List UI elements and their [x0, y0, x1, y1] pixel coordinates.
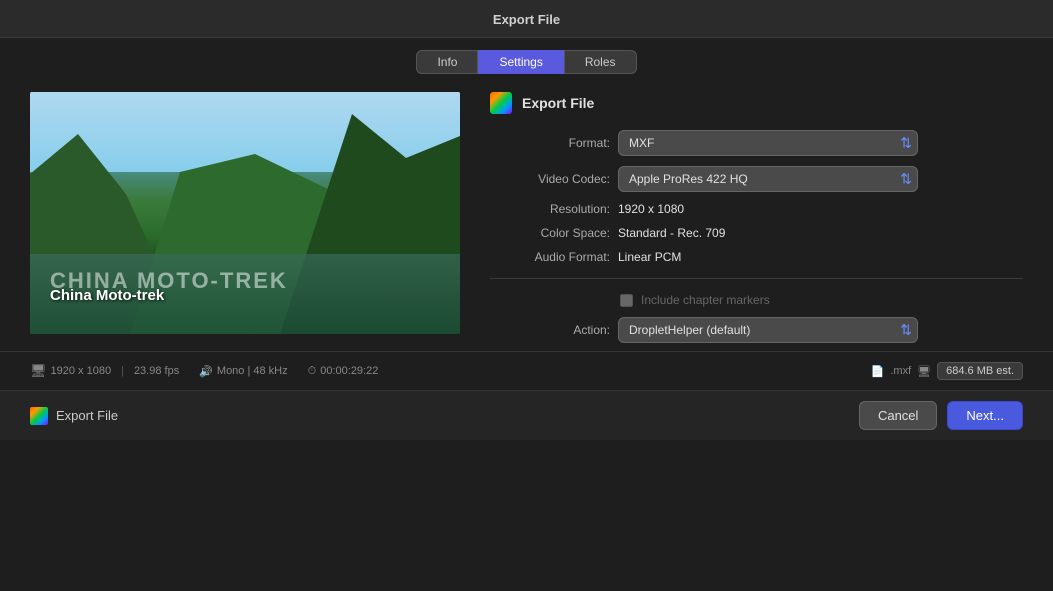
footer-fcp-icon — [30, 407, 48, 425]
chapter-markers-row: Include chapter markers — [620, 293, 1023, 307]
audio-format-value: Linear PCM — [618, 250, 681, 264]
video-codec-label: Video Codec: — [490, 172, 610, 186]
video-thumbnail: CHINA MOTO-TREK China Moto-trek — [30, 92, 460, 334]
status-duration-item: ⏱ 00:00:29:22 — [308, 365, 379, 378]
main-content: CHINA MOTO-TREK China Moto-trek Export F… — [0, 82, 1053, 343]
format-select[interactable]: MXF — [618, 130, 918, 156]
color-space-value: Standard - Rec. 709 — [618, 226, 725, 240]
footer-export-text: Export File — [56, 408, 118, 423]
footer-actions: Cancel Next... — [859, 401, 1023, 430]
monitor-icon-2: 🖥 — [917, 365, 931, 378]
status-audio: Mono | 48 kHz — [217, 365, 288, 377]
settings-panel: Export File Format: MXF ⇅ Video Codec: A… — [490, 92, 1023, 343]
status-duration: 00:00:29:22 — [320, 365, 378, 377]
export-title: Export File — [522, 95, 594, 111]
status-sep-1: | — [121, 365, 124, 377]
window-title: Export File — [493, 12, 560, 27]
video-codec-select-wrap: Apple ProRes 422 HQ ⇅ — [618, 166, 918, 192]
video-preview: CHINA MOTO-TREK China Moto-trek — [30, 92, 460, 343]
status-fps: 23.98 fps — [134, 365, 179, 377]
status-resolution: 1920 x 1080 — [51, 365, 112, 377]
status-file-ext: .mxf — [890, 365, 911, 377]
chapter-markers-checkbox[interactable] — [620, 294, 633, 307]
action-label: Action: — [490, 323, 610, 337]
status-right: 📄 .mxf 🖥 684.6 MB est. — [871, 362, 1023, 380]
chapter-markers-label: Include chapter markers — [641, 293, 770, 307]
audio-icon: 🔊 — [199, 365, 213, 378]
file-size-badge: 684.6 MB est. — [937, 362, 1023, 380]
file-size-value: 684.6 MB est. — [946, 365, 1014, 377]
divider — [490, 278, 1023, 279]
resolution-value: 1920 x 1080 — [618, 202, 684, 216]
tab-settings[interactable]: Settings — [478, 50, 563, 74]
color-space-label: Color Space: — [490, 226, 610, 240]
next-button[interactable]: Next... — [947, 401, 1023, 430]
resolution-row: Resolution: 1920 x 1080 — [490, 202, 1023, 216]
tab-roles[interactable]: Roles — [564, 50, 637, 74]
video-title: China Moto-trek — [50, 287, 164, 304]
fcp-icon — [490, 92, 512, 114]
footer-export-label: Export File — [30, 407, 118, 425]
color-space-row: Color Space: Standard - Rec. 709 — [490, 226, 1023, 240]
format-select-wrap: MXF ⇅ — [618, 130, 918, 156]
video-codec-select[interactable]: Apple ProRes 422 HQ — [618, 166, 918, 192]
resolution-label: Resolution: — [490, 202, 610, 216]
file-icon: 📄 — [871, 365, 885, 378]
footer: Export File Cancel Next... — [0, 390, 1053, 440]
title-bar: Export File — [0, 0, 1053, 38]
tab-info[interactable]: Info — [416, 50, 478, 74]
audio-format-row: Audio Format: Linear PCM — [490, 250, 1023, 264]
status-resolution-item: 🖥 1920 x 1080 — [30, 363, 111, 379]
monitor-icon: 🖥 — [30, 363, 47, 379]
audio-format-label: Audio Format: — [490, 250, 610, 264]
tabs-row: Info Settings Roles — [0, 38, 1053, 82]
video-codec-row: Video Codec: Apple ProRes 422 HQ ⇅ — [490, 166, 1023, 192]
cancel-button[interactable]: Cancel — [859, 401, 937, 430]
settings-rows: Format: MXF ⇅ Video Codec: Apple ProRes … — [490, 130, 1023, 343]
clock-icon: ⏱ — [308, 365, 317, 378]
format-label: Format: — [490, 136, 610, 150]
status-audio-item: 🔊 Mono | 48 kHz — [199, 365, 287, 378]
action-select-wrap: DropletHelper (default) ⇅ — [618, 317, 918, 343]
action-select[interactable]: DropletHelper (default) — [618, 317, 918, 343]
export-header: Export File — [490, 92, 1023, 114]
status-bar: 🖥 1920 x 1080 | 23.98 fps 🔊 Mono | 48 kH… — [0, 351, 1053, 390]
action-row: Action: DropletHelper (default) ⇅ — [490, 317, 1023, 343]
format-row: Format: MXF ⇅ — [490, 130, 1023, 156]
